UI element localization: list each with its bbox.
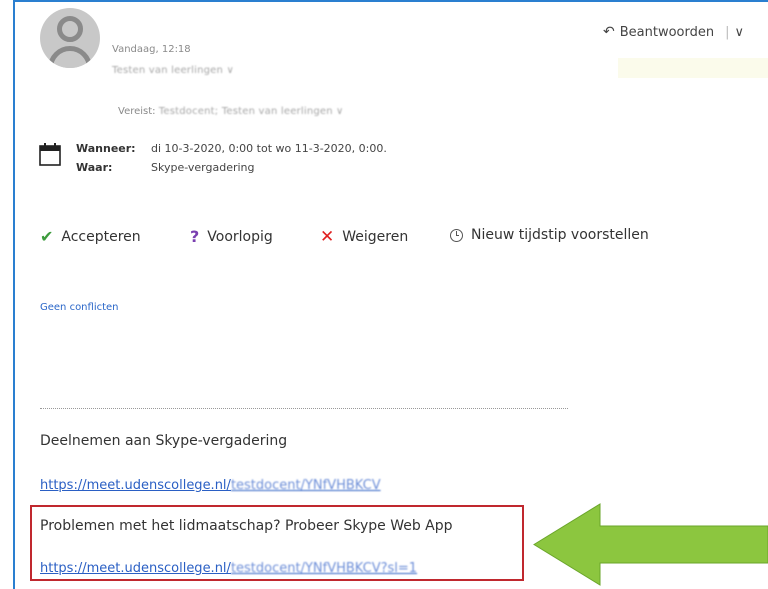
reply-dropdown-icon[interactable]: ∨	[735, 25, 745, 40]
clock-icon	[450, 228, 463, 242]
required-names[interactable]: Testdocent; Testen van leerlingen	[159, 106, 333, 117]
where-value: Skype-vergadering	[151, 161, 255, 174]
question-mark-icon: ?	[190, 227, 200, 246]
reply-highlight	[618, 58, 768, 78]
join-link-base: https://meet.udenscollege.nl/	[40, 478, 231, 493]
avatar-head-icon	[57, 16, 83, 42]
web-app-link-tail: testdocent/YNfVHBKCV?sl=1	[230, 561, 418, 576]
accept-label: Accepteren	[61, 228, 141, 245]
join-meeting-title: Deelnemen aan Skype-vergadering	[40, 433, 288, 449]
calendar-icon	[39, 143, 61, 166]
propose-label: Nieuw tijdstip voorstellen	[471, 227, 649, 243]
close-icon: ✕	[320, 227, 335, 247]
checkmark-icon: ✔	[40, 227, 54, 246]
reply-button[interactable]: ↶ Beantwoorden | ∨	[603, 22, 744, 42]
tentative-label: Voorlopig	[207, 228, 273, 245]
separator-line	[40, 408, 568, 409]
message-date: Vandaag, 12:18	[112, 44, 191, 55]
sender-avatar	[40, 8, 100, 68]
problem-text: Problemen met het lidmaatschap? Probeer …	[40, 518, 453, 534]
when-value: di 10-3-2020, 0:00 tot wo 11-3-2020, 0:0…	[151, 142, 387, 155]
join-link-tail: testdocent/YNfVHBKCV	[230, 478, 381, 493]
web-app-link[interactable]: https://meet.udenscollege.nl/testdocent/…	[40, 561, 417, 576]
tentative-button[interactable]: ? Voorlopig	[190, 227, 273, 246]
when-label: Wanneer:	[76, 142, 136, 155]
propose-time-button[interactable]: Nieuw tijdstip voorstellen	[450, 227, 649, 243]
required-attendees: Vereist: Testdocent; Testen van leerling…	[118, 106, 344, 117]
web-app-link-base: https://meet.udenscollege.nl/	[40, 561, 231, 576]
where-label: Waar:	[76, 161, 113, 174]
reply-arrow-icon: ↶	[603, 24, 615, 40]
join-meeting-link[interactable]: https://meet.udenscollege.nl/testdocent/…	[40, 478, 381, 493]
pointer-arrow-icon	[533, 503, 768, 586]
conflicts-status: Geen conflicten	[40, 302, 119, 313]
sender-name-text: Testen van leerlingen	[112, 65, 224, 76]
avatar-body-icon	[48, 46, 92, 68]
required-label: Vereist:	[118, 106, 156, 117]
reply-separator: |	[725, 24, 730, 40]
sender-expand-icon[interactable]: ∨	[226, 65, 234, 76]
decline-label: Weigeren	[342, 229, 409, 245]
accept-button[interactable]: ✔ Accepteren	[40, 227, 141, 246]
sender-name[interactable]: Testen van leerlingen ∨	[112, 65, 234, 76]
window-border-top	[13, 0, 768, 2]
window-border-left	[13, 0, 15, 589]
reply-label: Beantwoorden	[619, 24, 715, 40]
required-expand-icon[interactable]: ∨	[336, 106, 344, 117]
decline-button[interactable]: ✕ Weigeren	[320, 227, 408, 247]
